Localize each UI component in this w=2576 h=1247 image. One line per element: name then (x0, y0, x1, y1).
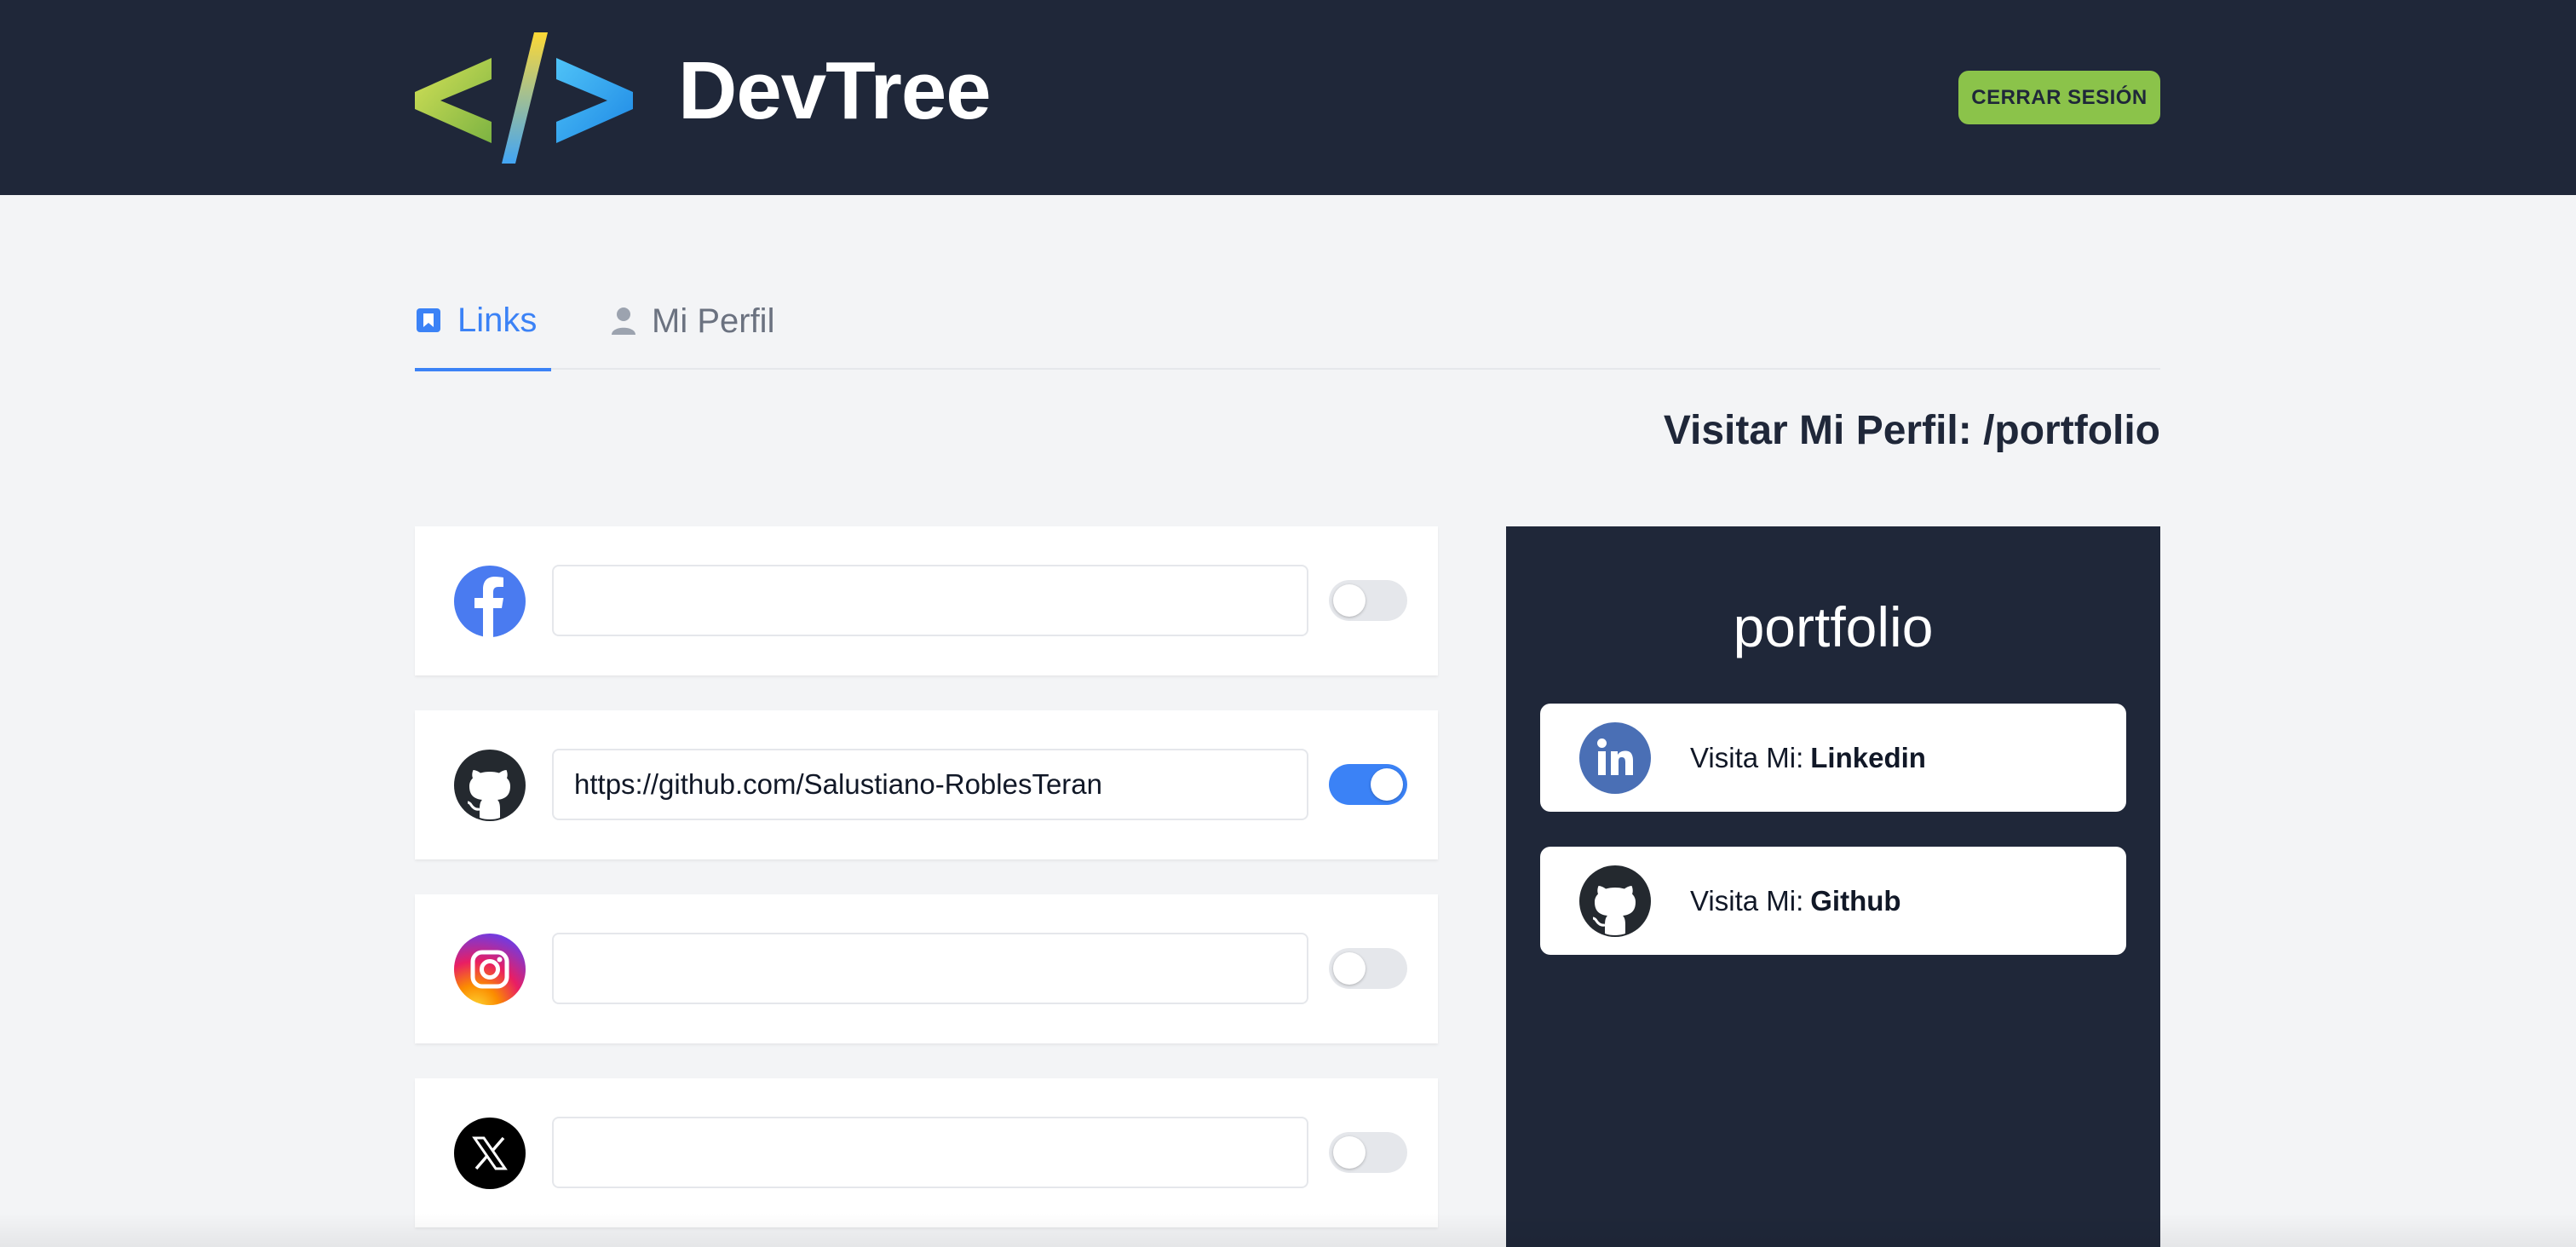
x-toggle[interactable] (1329, 1132, 1407, 1173)
tab-profile[interactable]: Mi Perfil (611, 273, 774, 370)
social-card-github (415, 710, 1438, 859)
github-icon (1579, 865, 1651, 937)
toggle-knob (1333, 1136, 1366, 1169)
code-brackets-logo[interactable] (415, 32, 633, 164)
x-icon (454, 1118, 526, 1189)
instagram-toggle[interactable] (1329, 948, 1407, 989)
social-card-instagram (415, 894, 1438, 1043)
linkedin-icon (1579, 722, 1651, 794)
social-card-facebook (415, 526, 1438, 675)
preview-link-name: Linkedin (1810, 741, 1926, 773)
user-icon (612, 307, 635, 335)
facebook-icon (454, 566, 526, 637)
toggle-knob (1371, 768, 1403, 801)
bookmark-icon (417, 308, 440, 332)
preview-link-name: Github (1810, 884, 1901, 917)
instagram-url-input[interactable] (552, 933, 1308, 1004)
toggle-knob (1333, 584, 1366, 617)
preview-link-linkedin[interactable]: Visita Mi: Linkedin (1540, 704, 2126, 812)
facebook-toggle[interactable] (1329, 580, 1407, 621)
tab-profile-label: Mi Perfil (652, 302, 775, 340)
preview-link-prefix: Visita Mi: (1690, 884, 1804, 917)
tab-links-label: Links (457, 301, 538, 339)
social-card-x (415, 1078, 1438, 1227)
brand-name: DevTree (678, 45, 992, 136)
profile-preview: portfolio Visita Mi: Linkedin Visita Mi:… (1506, 526, 2160, 1247)
preview-handle: portfolio (1733, 595, 1934, 658)
x-url-input[interactable] (552, 1117, 1308, 1188)
github-icon (454, 750, 526, 821)
preview-link-github[interactable]: Visita Mi: Github (1540, 847, 2126, 955)
facebook-url-input[interactable] (552, 565, 1308, 636)
app-header: DevTree CERRAR SESIÓN (0, 0, 2576, 195)
logout-button[interactable]: CERRAR SESIÓN (1958, 71, 2160, 124)
preview-link-prefix: Visita Mi: (1690, 741, 1804, 773)
tab-bar: Links Mi Perfil (415, 273, 2160, 371)
tab-links[interactable]: Links (415, 273, 551, 371)
visit-profile-link[interactable]: Visitar Mi Perfil: /portfolio (1664, 407, 2160, 454)
toggle-knob (1333, 952, 1366, 985)
instagram-icon (454, 934, 526, 1005)
github-url-input[interactable] (552, 749, 1308, 820)
github-toggle[interactable] (1329, 764, 1407, 805)
